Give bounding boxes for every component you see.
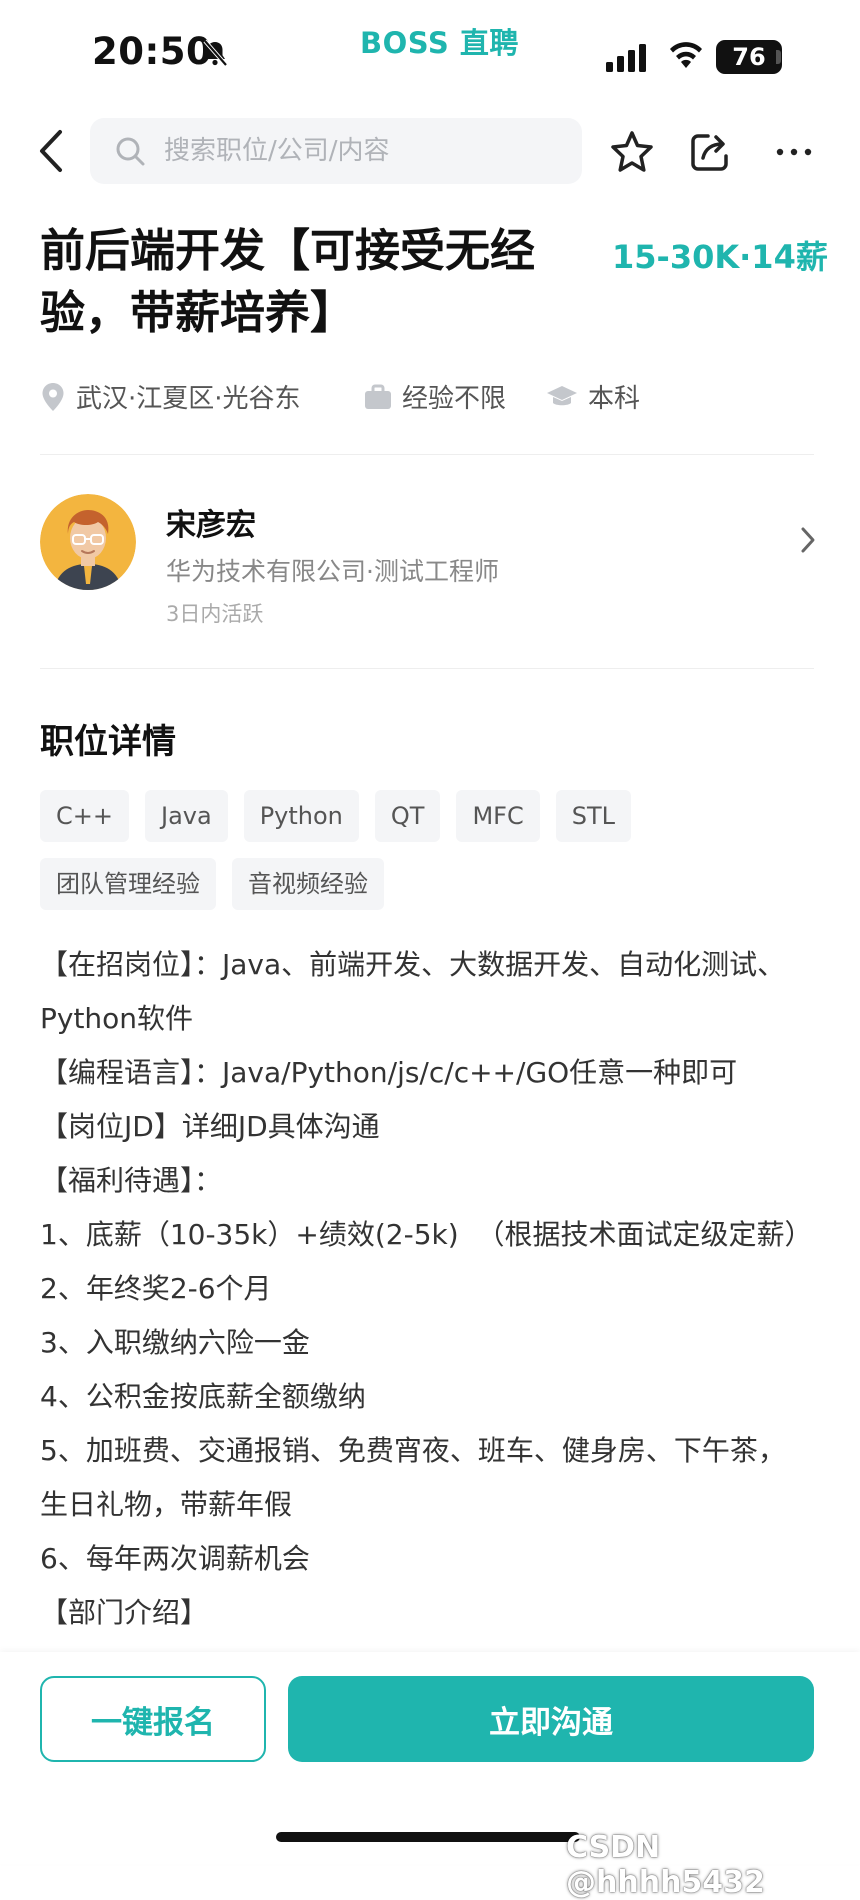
job-education: 本科 [546, 378, 640, 415]
back-icon[interactable] [36, 128, 68, 174]
job-title: 前后端开发【可接受无经验，带薪培养】 [40, 224, 536, 339]
skill-tag: 团队管理经验 [40, 858, 216, 910]
search-icon [116, 137, 145, 166]
job-experience: 经验不限 [364, 378, 506, 415]
location-pin-icon [42, 382, 64, 411]
chevron-right-icon [800, 526, 816, 558]
description-line: 2、年终奖2-6个月 [40, 1272, 272, 1305]
divider [40, 454, 814, 455]
share-icon[interactable] [686, 128, 734, 176]
description-line: 【福利待遇】： [40, 1164, 223, 1197]
description-line: 4、公积金按底薪全额缴纳 [40, 1380, 366, 1413]
job-description: 【在招岗位】：Java、前端开发、大数据开发、自动化测试、Python软件 【编… [40, 938, 813, 1640]
watermark: CSDN @hhhh5432 [566, 1830, 765, 1900]
skill-tag: C++ [40, 790, 129, 842]
description-line: 6、每年两次调薪机会 [40, 1542, 310, 1575]
salary: 15-30K·14薪 [612, 238, 828, 276]
mute-bell-icon [200, 38, 230, 72]
app-brand: BOSS 直聘 [360, 26, 519, 60]
wifi-icon [668, 40, 704, 70]
divider [40, 668, 814, 669]
skill-tags: C++ Java Python QT MFC STL 团队管理经验 音视频经验 [40, 790, 820, 926]
education-text: 本科 [588, 384, 641, 414]
search-input[interactable] [162, 135, 546, 167]
avatar [40, 494, 136, 590]
description-line: 【编程语言】：Java/Python/js/c/c++/GO任意一种即可 [40, 1056, 738, 1089]
cellular-signal-icon [606, 44, 650, 72]
section-title: 职位详情 [40, 722, 176, 762]
battery-indicator: 76 [716, 40, 782, 74]
skill-tag: 音视频经验 [232, 858, 384, 910]
quick-apply-button[interactable]: 一键报名 [40, 1676, 266, 1762]
experience-text: 经验不限 [402, 384, 507, 414]
skill-tag: QT [374, 790, 441, 842]
recruiter-company-title: 华为技术有限公司·测试工程师 [166, 557, 499, 586]
description-line: 【部门介绍】 [40, 1596, 209, 1629]
status-time: 20:50 [92, 30, 213, 73]
skill-tag: Java [144, 790, 228, 842]
recruiter-active-status: 3日内活跃 [166, 602, 264, 626]
recruiter-name: 宋彦宏 [166, 508, 256, 543]
skill-tag: MFC [456, 790, 540, 842]
description-line: 1、底薪（10-35k）+绩效(2-5k) （根据技术面试定级定薪） [40, 1218, 813, 1251]
home-indicator [276, 1832, 580, 1842]
job-location: 武汉·江夏区·光谷东 [40, 378, 301, 415]
search-bar[interactable] [90, 118, 582, 184]
description-line: 【在招岗位】：Java、前端开发、大数据开发、自动化测试、Python软件 [40, 948, 786, 1035]
graduation-cap-icon [547, 385, 577, 405]
description-line: 5、加班费、交通报销、免费宵夜、班车、健身房、下午茶，生日礼物，带薪年假 [40, 1434, 786, 1521]
battery-cap [776, 50, 781, 64]
skill-tag: Python [243, 790, 359, 842]
description-line: 【岗位JD】详细JD具体沟通 [40, 1110, 380, 1143]
briefcase-icon [365, 384, 391, 409]
skill-tag: STL [555, 790, 631, 842]
star-favorite-icon[interactable] [608, 128, 656, 176]
description-line: 3、入职缴纳六险一金 [40, 1326, 310, 1359]
location-text: 武汉·江夏区·光谷东 [76, 384, 301, 414]
chat-now-button[interactable]: 立即沟通 [288, 1676, 814, 1762]
more-options-icon[interactable] [770, 128, 818, 176]
